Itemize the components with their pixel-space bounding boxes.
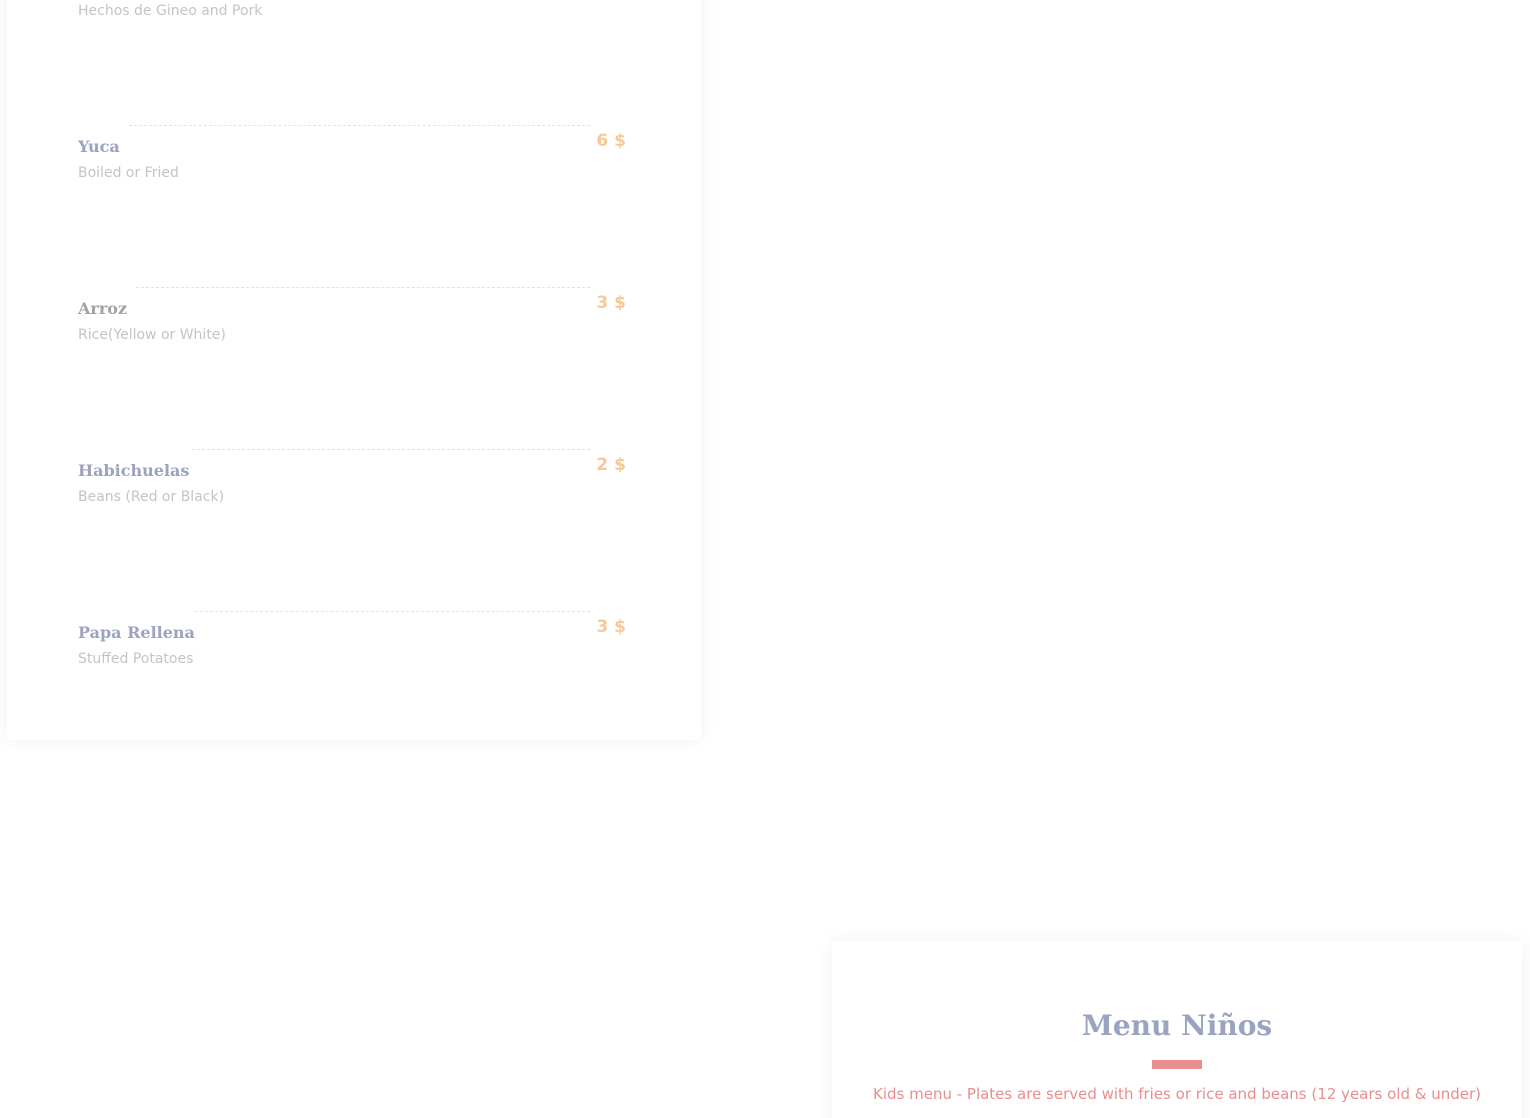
section-title: Menu Niños — [1081, 1009, 1273, 1042]
menu-item-price: 6 $ — [596, 131, 626, 151]
menu-item-price: 3 $ — [596, 617, 626, 637]
menu-item-description: Beans (Red or Black) — [78, 489, 225, 505]
menu-item-description: Boiled or Fried — [78, 165, 179, 181]
dotted-leader — [195, 611, 590, 612]
section-subtitle: Kids menu - Plates are served with fries… — [872, 1085, 1481, 1103]
menu-item-title: Arroz — [78, 299, 134, 319]
menu-item-habichuelas: Habichuelas 2 $ Beans (Red or Black) — [78, 449, 626, 521]
dotted-leader — [129, 125, 590, 126]
item-description: Hechos de Gineo and Pork — [78, 3, 263, 19]
dotted-leader — [192, 449, 590, 450]
kids-menu-card: Menu Niños Kids menu - Plates are served… — [832, 941, 1522, 1118]
menu-item-title: Yuca — [78, 137, 126, 157]
menu-item-title: Habichuelas — [78, 461, 196, 481]
menu-item-price: 3 $ — [596, 293, 626, 313]
menu-item-arroz: Arroz 3 $ Rice(Yellow or White) — [78, 287, 626, 359]
title-underline — [1152, 1060, 1202, 1069]
menu-item-papa-rellena: Papa Rellena 3 $ Stuffed Potatoes — [78, 611, 626, 683]
menu-item-price: 2 $ — [596, 455, 626, 475]
menu-item-yuca: Yuca 6 $ Boiled or Fried — [78, 125, 626, 197]
menu-item-title: Papa Rellena — [78, 623, 201, 643]
menu-item-description: Stuffed Potatoes — [78, 651, 194, 667]
menu-item-description: Rice(Yellow or White) — [78, 327, 226, 343]
dotted-leader — [136, 287, 590, 288]
